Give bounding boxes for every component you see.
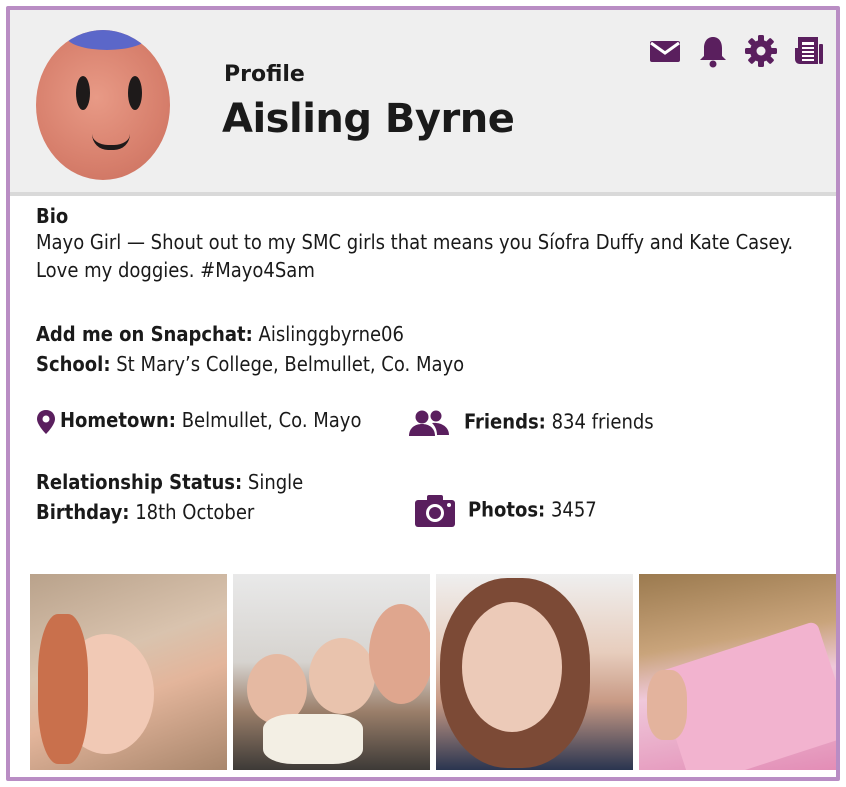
page-subtitle: Profile <box>224 62 305 87</box>
newspaper-icon <box>795 37 823 64</box>
messages-button[interactable] <box>646 32 684 70</box>
notifications-button[interactable] <box>694 32 732 70</box>
photo-face <box>369 604 430 704</box>
photo-face <box>462 602 562 732</box>
hometown-row: Hometown: Belmullet, Co. Mayo <box>36 408 361 435</box>
photos-label: Photos: <box>468 497 546 522</box>
birthday-label: Birthday: <box>36 500 130 524</box>
school-label: School: <box>36 352 111 376</box>
photo-face <box>309 638 375 714</box>
settings-button[interactable] <box>742 32 780 70</box>
avatar[interactable] <box>36 30 170 180</box>
friends-label: Friends: <box>464 409 546 434</box>
avatar-mouth <box>92 134 130 150</box>
photo-thumbnail[interactable] <box>436 574 633 770</box>
news-button[interactable] <box>790 32 828 70</box>
profile-details: Bio Mayo Girl — Shout out to my SMC girl… <box>36 204 826 527</box>
profile-name: Aisling Byrne <box>222 96 515 142</box>
friends-value: 834 friends <box>551 409 654 434</box>
bell-icon <box>700 37 726 68</box>
snapchat-label: Add me on Snapchat: <box>36 322 253 346</box>
users-icon <box>409 410 449 436</box>
envelope-icon <box>650 41 680 62</box>
photo-object <box>263 714 363 764</box>
profile-header: Profile Aisling Byrne <box>10 10 836 196</box>
photos-value: 3457 <box>550 497 597 522</box>
profile-card: Profile Aisling Byrne Bio Mayo Girl — Sh… <box>6 6 840 781</box>
avatar-cap <box>66 30 148 50</box>
relationship-value: Single <box>247 470 304 494</box>
map-pin-icon <box>37 409 55 434</box>
photo-thumbnail[interactable] <box>639 574 836 770</box>
avatar-left-eye <box>76 76 90 110</box>
header-toolbar <box>646 32 828 70</box>
photo-thumbnail[interactable] <box>30 574 227 770</box>
friends-row[interactable]: Friends: 834 friends <box>408 408 654 438</box>
snapchat-value: Aislinggbyrne06 <box>258 322 404 346</box>
photos-row[interactable]: Photos: 3457 <box>414 494 597 528</box>
gear-icon <box>745 35 777 67</box>
hometown-label: Hometown: <box>60 408 176 432</box>
camera-icon <box>415 495 455 527</box>
photo-hand <box>647 670 687 740</box>
bio-heading: Bio <box>36 204 69 228</box>
relationship-label: Relationship Status: <box>36 470 243 494</box>
relationship-row: Relationship Status: Single <box>36 470 303 494</box>
avatar-right-eye <box>128 76 142 110</box>
birthday-value: 18th October <box>135 500 255 524</box>
photo-thumbnail[interactable] <box>233 574 430 770</box>
school-row: School: St Mary’s College, Belmullet, Co… <box>36 352 464 376</box>
photo-hair <box>38 614 88 764</box>
school-value: St Mary’s College, Belmullet, Co. Mayo <box>116 352 465 376</box>
snapchat-row: Add me on Snapchat: Aislinggbyrne06 <box>36 322 404 346</box>
photo-strip <box>30 574 836 770</box>
bio-text: Mayo Girl — Shout out to my SMC girls th… <box>36 230 794 282</box>
hometown-value: Belmullet, Co. Mayo <box>181 408 362 432</box>
birthday-row: Birthday: 18th October <box>36 500 254 524</box>
